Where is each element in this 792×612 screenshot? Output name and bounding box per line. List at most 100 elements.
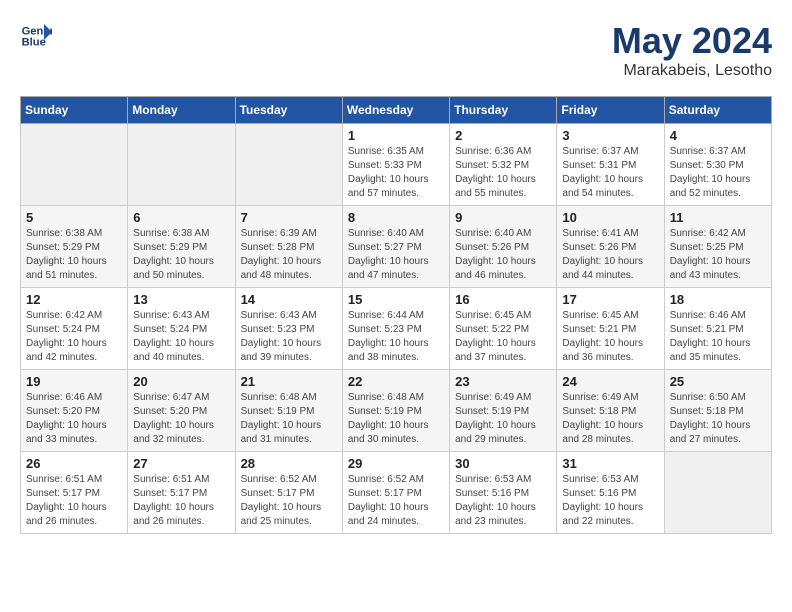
month-title: May 2024	[612, 20, 772, 62]
day-info: Sunrise: 6:51 AMSunset: 5:17 PMDaylight:…	[26, 473, 122, 529]
day-info: Sunrise: 6:52 AMSunset: 5:17 PMDaylight:…	[241, 473, 337, 529]
day-number: 21	[241, 374, 337, 389]
calendar-cell: 11Sunrise: 6:42 AMSunset: 5:25 PMDayligh…	[664, 206, 771, 288]
calendar-cell: 12Sunrise: 6:42 AMSunset: 5:24 PMDayligh…	[21, 288, 128, 370]
calendar-cell: 10 Sunrise: 6:41 AMSunset: 5:26 PMDayligh…	[557, 206, 664, 288]
day-info: Sunrise: 6:48 AMSunset: 5:19 PMDaylight:…	[241, 391, 337, 447]
calendar-table: SundayMondayTuesdayWednesdayThursdayFrid…	[20, 96, 772, 534]
calendar-cell: 24 Sunrise: 6:49 AMSunset: 5:18 PMDayligh…	[557, 370, 664, 452]
calendar-cell	[21, 124, 128, 206]
day-info: Sunrise: 6:45 AMSunset: 5:22 PMDaylight:…	[455, 309, 551, 365]
weekday-header-thursday: Thursday	[450, 97, 557, 124]
day-number: 17	[562, 292, 658, 307]
weekday-header-friday: Friday	[557, 97, 664, 124]
calendar-cell	[664, 452, 771, 534]
day-number: 22	[348, 374, 444, 389]
title-block: May 2024 Marakabeis, Lesotho	[612, 20, 772, 80]
weekday-header-row: SundayMondayTuesdayWednesdayThursdayFrid…	[21, 97, 772, 124]
calendar-week-4: 19Sunrise: 6:46 AMSunset: 5:20 PMDayligh…	[21, 370, 772, 452]
day-info: Sunrise: 6:48 AMSunset: 5:19 PMDaylight:…	[348, 391, 444, 447]
day-number: 8	[348, 210, 444, 225]
day-number: 25	[670, 374, 766, 389]
calendar-cell: 13 Sunrise: 6:43 AMSunset: 5:24 PMDayligh…	[128, 288, 235, 370]
day-info: Sunrise: 6:41 AMSunset: 5:26 PMDaylight:…	[562, 227, 658, 283]
day-number: 12	[26, 292, 122, 307]
calendar-cell: 3 Sunrise: 6:37 AMSunset: 5:31 PMDaylight…	[557, 124, 664, 206]
day-number: 23	[455, 374, 551, 389]
day-info: Sunrise: 6:43 AMSunset: 5:23 PMDaylight:…	[241, 309, 337, 365]
calendar-week-2: 5 Sunrise: 6:38 AMSunset: 5:29 PMDaylight…	[21, 206, 772, 288]
day-info: Sunrise: 6:52 AMSunset: 5:17 PMDaylight:…	[348, 473, 444, 529]
day-number: 10	[562, 210, 658, 225]
day-info: Sunrise: 6:36 AMSunset: 5:32 PMDaylight:…	[455, 145, 551, 201]
day-info: Sunrise: 6:50 AMSunset: 5:18 PMDaylight:…	[670, 391, 766, 447]
weekday-header-saturday: Saturday	[664, 97, 771, 124]
calendar-cell: 2 Sunrise: 6:36 AMSunset: 5:32 PMDaylight…	[450, 124, 557, 206]
day-info: Sunrise: 6:44 AMSunset: 5:23 PMDaylight:…	[348, 309, 444, 365]
day-number: 29	[348, 456, 444, 471]
day-info: Sunrise: 6:40 AMSunset: 5:27 PMDaylight:…	[348, 227, 444, 283]
day-info: Sunrise: 6:49 AMSunset: 5:19 PMDaylight:…	[455, 391, 551, 447]
day-number: 14	[241, 292, 337, 307]
day-number: 20	[133, 374, 229, 389]
calendar-cell: 1Sunrise: 6:35 AMSunset: 5:33 PMDaylight…	[342, 124, 449, 206]
day-info: Sunrise: 6:40 AMSunset: 5:26 PMDaylight:…	[455, 227, 551, 283]
day-info: Sunrise: 6:37 AMSunset: 5:30 PMDaylight:…	[670, 145, 766, 201]
calendar-week-1: 1Sunrise: 6:35 AMSunset: 5:33 PMDaylight…	[21, 124, 772, 206]
day-number: 4	[670, 128, 766, 143]
day-number: 3	[562, 128, 658, 143]
calendar-cell: 19Sunrise: 6:46 AMSunset: 5:20 PMDayligh…	[21, 370, 128, 452]
day-number: 16	[455, 292, 551, 307]
day-info: Sunrise: 6:53 AMSunset: 5:16 PMDaylight:…	[455, 473, 551, 529]
page-header: General Blue May 2024 Marakabeis, Lesoth…	[20, 20, 772, 80]
calendar-cell: 16 Sunrise: 6:45 AMSunset: 5:22 PMDayligh…	[450, 288, 557, 370]
day-number: 2	[455, 128, 551, 143]
calendar-week-3: 12Sunrise: 6:42 AMSunset: 5:24 PMDayligh…	[21, 288, 772, 370]
day-number: 6	[133, 210, 229, 225]
day-number: 24	[562, 374, 658, 389]
day-number: 9	[455, 210, 551, 225]
day-info: Sunrise: 6:51 AMSunset: 5:17 PMDaylight:…	[133, 473, 229, 529]
day-info: Sunrise: 6:45 AMSunset: 5:21 PMDaylight:…	[562, 309, 658, 365]
day-number: 15	[348, 292, 444, 307]
calendar-cell: 27 Sunrise: 6:51 AMSunset: 5:17 PMDayligh…	[128, 452, 235, 534]
calendar-cell: 21 Sunrise: 6:48 AMSunset: 5:19 PMDayligh…	[235, 370, 342, 452]
calendar-cell	[235, 124, 342, 206]
weekday-header-sunday: Sunday	[21, 97, 128, 124]
day-number: 26	[26, 456, 122, 471]
day-number: 13	[133, 292, 229, 307]
day-number: 27	[133, 456, 229, 471]
calendar-cell: 15 Sunrise: 6:44 AMSunset: 5:23 PMDayligh…	[342, 288, 449, 370]
logo-icon: General Blue	[20, 20, 52, 52]
day-number: 30	[455, 456, 551, 471]
day-info: Sunrise: 6:38 AMSunset: 5:29 PMDaylight:…	[133, 227, 229, 283]
calendar-cell: 14 Sunrise: 6:43 AMSunset: 5:23 PMDayligh…	[235, 288, 342, 370]
calendar-cell: 20 Sunrise: 6:47 AMSunset: 5:20 PMDayligh…	[128, 370, 235, 452]
day-info: Sunrise: 6:47 AMSunset: 5:20 PMDaylight:…	[133, 391, 229, 447]
calendar-cell: 6 Sunrise: 6:38 AMSunset: 5:29 PMDaylight…	[128, 206, 235, 288]
weekday-header-monday: Monday	[128, 97, 235, 124]
logo: General Blue	[20, 20, 52, 52]
day-info: Sunrise: 6:46 AMSunset: 5:21 PMDaylight:…	[670, 309, 766, 365]
calendar-cell: 22 Sunrise: 6:48 AMSunset: 5:19 PMDayligh…	[342, 370, 449, 452]
calendar-cell	[128, 124, 235, 206]
day-info: Sunrise: 6:37 AMSunset: 5:31 PMDaylight:…	[562, 145, 658, 201]
calendar-cell: 7Sunrise: 6:39 AMSunset: 5:28 PMDaylight…	[235, 206, 342, 288]
day-info: Sunrise: 6:53 AMSunset: 5:16 PMDaylight:…	[562, 473, 658, 529]
calendar-cell: 25 Sunrise: 6:50 AMSunset: 5:18 PMDayligh…	[664, 370, 771, 452]
day-number: 18	[670, 292, 766, 307]
day-info: Sunrise: 6:43 AMSunset: 5:24 PMDaylight:…	[133, 309, 229, 365]
calendar-cell: 9 Sunrise: 6:40 AMSunset: 5:26 PMDaylight…	[450, 206, 557, 288]
calendar-cell: 29 Sunrise: 6:52 AMSunset: 5:17 PMDayligh…	[342, 452, 449, 534]
weekday-header-wednesday: Wednesday	[342, 97, 449, 124]
calendar-cell: 26 Sunrise: 6:51 AMSunset: 5:17 PMDayligh…	[21, 452, 128, 534]
calendar-cell: 18 Sunrise: 6:46 AMSunset: 5:21 PMDayligh…	[664, 288, 771, 370]
day-info: Sunrise: 6:38 AMSunset: 5:29 PMDaylight:…	[26, 227, 122, 283]
calendar-cell: 8 Sunrise: 6:40 AMSunset: 5:27 PMDaylight…	[342, 206, 449, 288]
location-title: Marakabeis, Lesotho	[612, 62, 772, 80]
calendar-week-5: 26 Sunrise: 6:51 AMSunset: 5:17 PMDayligh…	[21, 452, 772, 534]
weekday-header-tuesday: Tuesday	[235, 97, 342, 124]
calendar-cell: 28Sunrise: 6:52 AMSunset: 5:17 PMDayligh…	[235, 452, 342, 534]
day-number: 5	[26, 210, 122, 225]
day-info: Sunrise: 6:49 AMSunset: 5:18 PMDaylight:…	[562, 391, 658, 447]
